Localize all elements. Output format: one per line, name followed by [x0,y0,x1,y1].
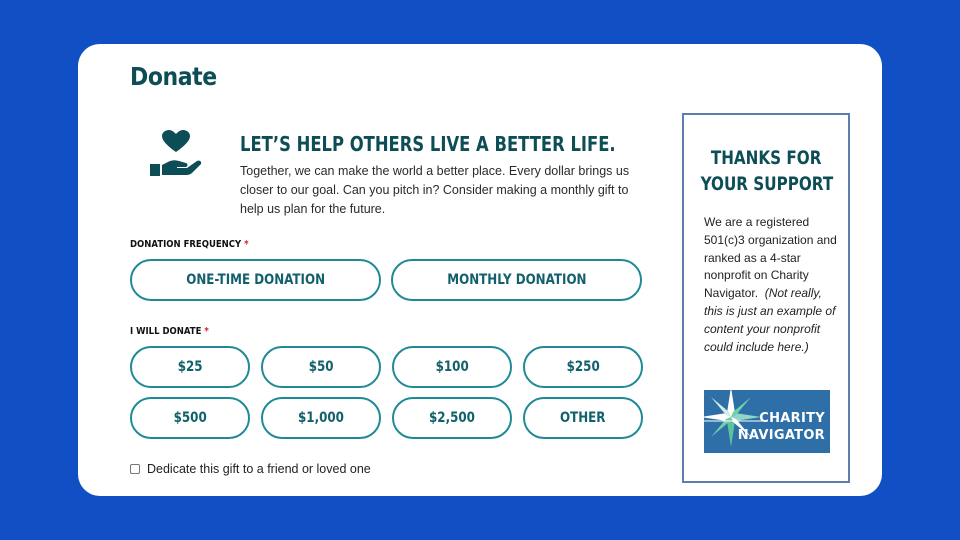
amount-label: $2,500 [429,410,475,426]
amount-100-button[interactable]: $100 [392,346,512,388]
amount-other-button[interactable]: OTHER [523,397,643,439]
amount-label: $500 [173,410,207,426]
one-time-donation-label: ONE-TIME DONATION [186,272,325,288]
donation-amount-label-text: I WILL DONATE [130,326,202,337]
amount-label: $250 [566,359,600,375]
sidebar-title: THANKS FOR YOUR SUPPORT [684,145,848,197]
support-sidebar: THANKS FOR YOUR SUPPORT We are a registe… [682,113,850,483]
amount-25-button[interactable]: $25 [130,346,250,388]
amount-label: $50 [308,359,334,375]
amount-500-button[interactable]: $500 [130,397,250,439]
monthly-donation-label: MONTHLY DONATION [446,272,587,288]
amount-label: $1,000 [298,410,344,426]
dedicate-checkbox[interactable] [130,464,140,474]
one-time-donation-button[interactable]: ONE-TIME DONATION [130,259,381,301]
amount-2500-button[interactable]: $2,500 [392,397,512,439]
sidebar-title-line2: YOUR SUPPORT [700,173,834,195]
logo-line1: CHARITY [759,411,825,426]
amount-250-button[interactable]: $250 [523,346,643,388]
charity-navigator-logo[interactable]: CHARITY NAVIGATOR [704,390,830,453]
intro-text: Together, we can make the world a better… [240,164,630,216]
amount-label: OTHER [560,410,606,426]
amount-label: $100 [435,359,469,375]
required-mark: * [204,326,209,337]
sidebar-title-line1: THANKS FOR [710,147,822,169]
amount-1000-button[interactable]: $1,000 [261,397,381,439]
monthly-donation-button[interactable]: MONTHLY DONATION [391,259,642,301]
logo-line2: NAVIGATOR [737,428,825,443]
heart-hand-icon [150,130,202,176]
sidebar-text: We are a registered 501(c)3 organization… [704,214,838,356]
amount-50-button[interactable]: $50 [261,346,381,388]
headline: LET’S HELP OTHERS LIVE A BETTER LIFE. [240,132,616,156]
donation-amount-label: I WILL DONATE * [130,326,209,337]
charity-navigator-wordmark: CHARITY NAVIGATOR [738,410,825,444]
donation-card: Donate LET’S HELP OTHERS LIVE A BETTER L… [78,44,882,496]
donation-frequency-label-text: DONATION FREQUENCY [130,239,242,250]
donation-frequency-label: DONATION FREQUENCY * [130,239,249,250]
amount-label: $25 [177,359,203,375]
required-mark: * [244,239,249,250]
page-title: Donate [130,62,217,91]
dedicate-gift-option[interactable]: Dedicate this gift to a friend or loved … [130,462,371,476]
dedicate-label: Dedicate this gift to a friend or loved … [147,462,371,476]
